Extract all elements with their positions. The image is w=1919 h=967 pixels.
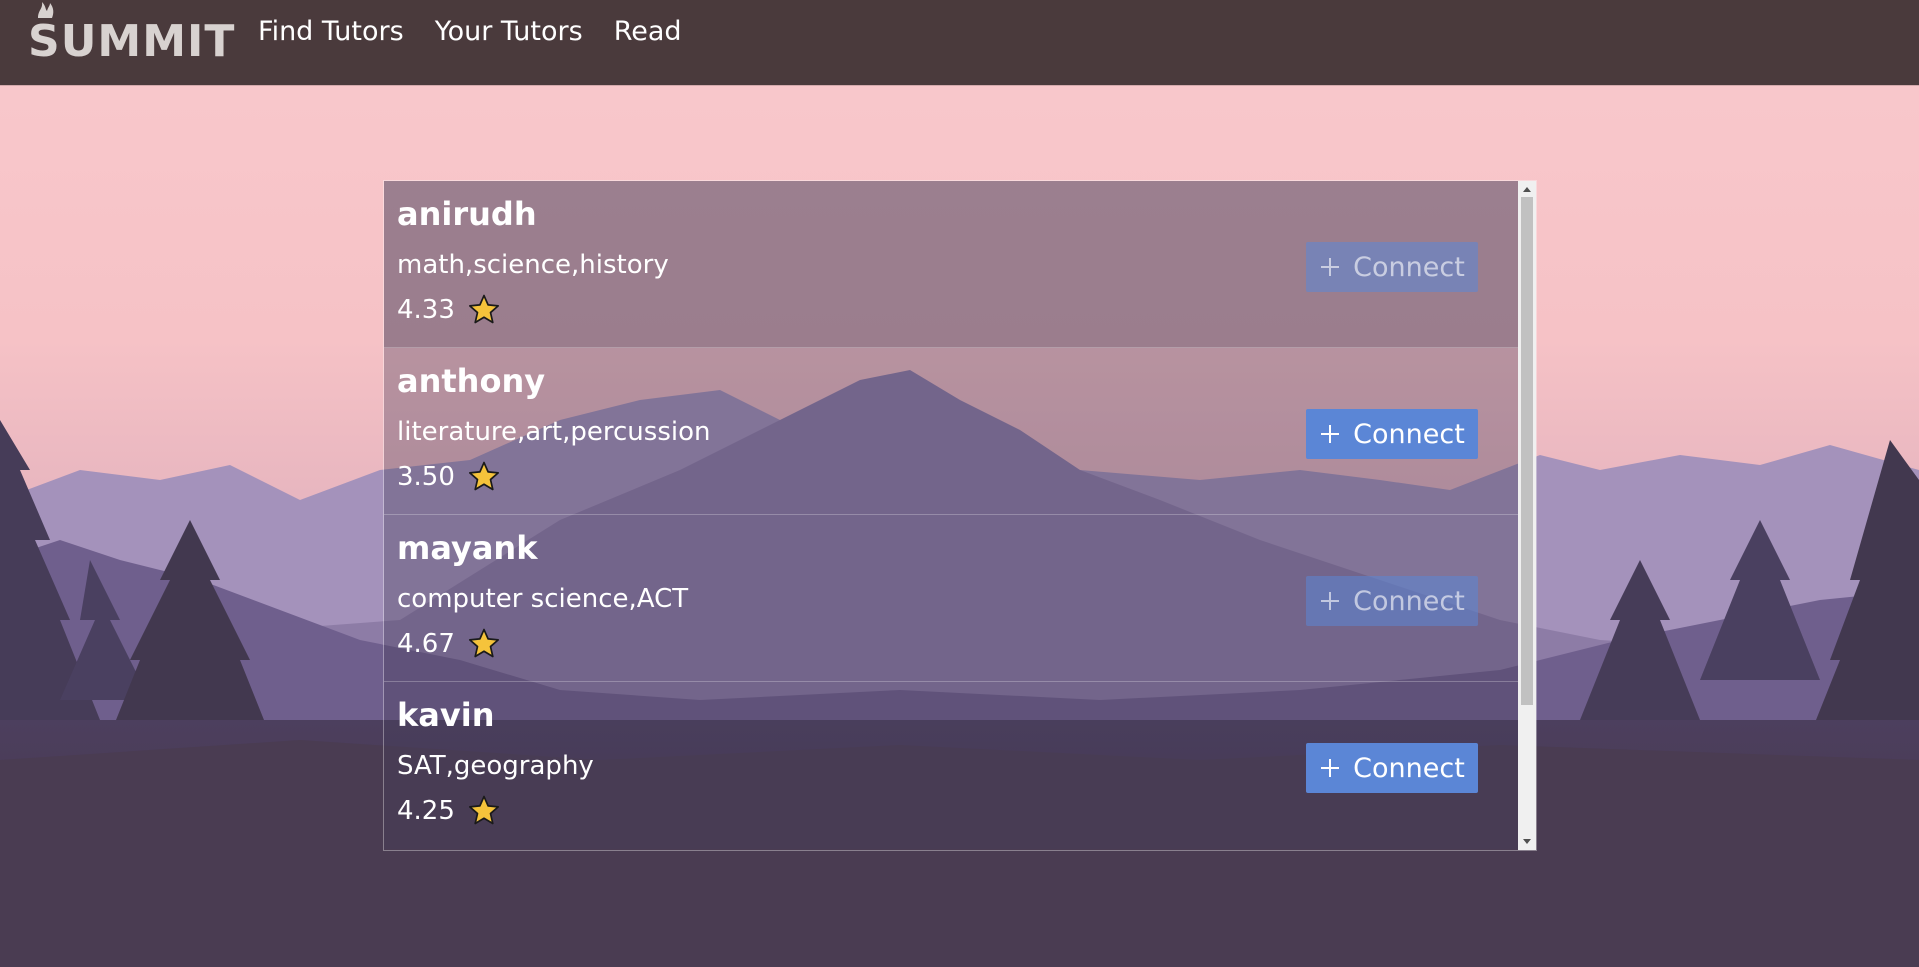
tutor-card: mayank computer science,ACT 4.67 Connect xyxy=(384,515,1518,682)
connect-button[interactable]: Connect xyxy=(1306,576,1478,626)
tutor-card: anthony literature,art,percussion 3.50 C… xyxy=(384,348,1518,515)
tutor-subjects: SAT,geography xyxy=(397,751,594,781)
tutor-subjects: math,science,history xyxy=(397,250,669,280)
scroll-down-arrow-icon[interactable] xyxy=(1518,834,1536,850)
tutor-rating: 3.50 xyxy=(397,460,501,494)
connect-button[interactable]: Connect xyxy=(1306,242,1478,292)
connect-button[interactable]: Connect xyxy=(1306,743,1478,793)
connect-label: Connect xyxy=(1353,251,1465,283)
nav-your-tutors[interactable]: Your Tutors xyxy=(435,16,583,47)
tutor-subjects: literature,art,percussion xyxy=(397,417,711,447)
tutor-list-panel: anirudh math,science,history 4.33 Connec… xyxy=(383,180,1537,851)
star-icon xyxy=(468,628,499,658)
nav-find-tutors[interactable]: Find Tutors xyxy=(258,16,404,47)
tutor-name: anirudh xyxy=(397,195,537,233)
plus-icon xyxy=(1321,425,1340,443)
star-icon xyxy=(468,795,499,825)
rating-value: 4.33 xyxy=(397,295,455,325)
top-navbar: SUMMIT Find Tutors Your Tutors Read xyxy=(0,0,1919,85)
tutor-list: anirudh math,science,history 4.33 Connec… xyxy=(384,181,1518,850)
tutor-subjects: computer science,ACT xyxy=(397,584,689,614)
connect-label: Connect xyxy=(1353,752,1465,784)
connect-label: Connect xyxy=(1353,585,1465,617)
tutor-rating: 4.25 xyxy=(397,794,501,828)
tutor-card: kavin SAT,geography 4.25 Connect xyxy=(384,682,1518,849)
nav-links: Find Tutors Your Tutors Read xyxy=(258,0,713,62)
star-icon xyxy=(468,461,499,491)
rating-value: 4.67 xyxy=(397,629,455,659)
star-icon xyxy=(468,294,499,324)
tutor-name: anthony xyxy=(397,362,546,400)
connect-label: Connect xyxy=(1353,418,1465,450)
plus-icon xyxy=(1321,759,1340,777)
scroll-up-arrow-icon[interactable] xyxy=(1518,181,1536,197)
tutor-rating: 4.33 xyxy=(397,293,501,327)
scroll-thumb[interactable] xyxy=(1521,197,1533,705)
tutor-card: anirudh math,science,history 4.33 Connec… xyxy=(384,181,1518,348)
summit-logo[interactable]: SUMMIT xyxy=(28,2,236,72)
nav-read[interactable]: Read xyxy=(614,16,682,47)
connect-button[interactable]: Connect xyxy=(1306,409,1478,459)
rating-value: 3.50 xyxy=(397,462,455,492)
tutor-rating: 4.67 xyxy=(397,627,501,661)
tutor-name: kavin xyxy=(397,696,495,734)
list-scrollbar[interactable] xyxy=(1518,181,1536,850)
tutor-name: mayank xyxy=(397,529,538,567)
rating-value: 4.25 xyxy=(397,796,455,826)
plus-icon xyxy=(1321,258,1340,276)
plus-icon xyxy=(1321,592,1340,610)
brand-name: SUMMIT xyxy=(28,16,236,67)
